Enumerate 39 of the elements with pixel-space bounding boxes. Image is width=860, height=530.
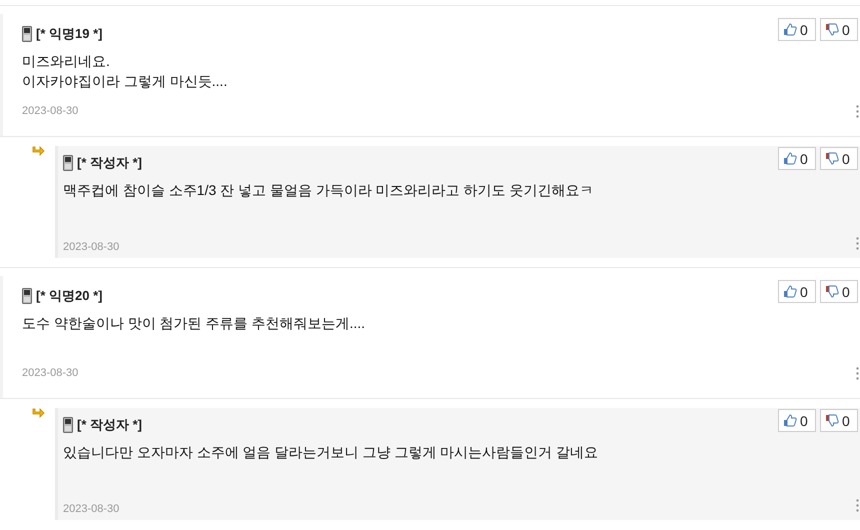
thumbs-up-icon <box>783 23 797 36</box>
reply-arrow-icon <box>32 408 45 419</box>
comment-text: 맥주컵에 참이슬 소주1/3 잔 넣고 물얼음 가득이라 미즈와리라고 하기도 웃기긴해요ㅋ <box>63 181 594 200</box>
thumbs-up-icon <box>783 414 797 427</box>
comment-text: 있습니다만 오자마자 소주에 얼음 달라는거보니 그냥 그렇게 마시는사람들인거 갈네요 <box>63 443 600 462</box>
thumbs-down-icon <box>825 152 839 165</box>
more-options-icon[interactable] <box>856 105 859 118</box>
phone-icon <box>22 26 32 42</box>
phone-icon <box>63 417 73 433</box>
comment-date: 2023-08-30 <box>63 503 120 515</box>
comment-text: 미즈와리네요. <box>22 52 111 71</box>
comment-text: 도수 약한술이나 맛이 첨가된 주류를 추천해줘보는게.... <box>22 314 366 333</box>
author-name: [* 작성자 *] <box>77 154 142 172</box>
comment-text: 이자카야집이라 그렇게 마신듯.... <box>22 72 228 91</box>
comment-date: 2023-08-30 <box>22 367 78 379</box>
like-button[interactable]: 0 <box>778 280 816 303</box>
dislike-button[interactable]: 0 <box>820 409 858 432</box>
thumbs-down-icon <box>825 414 839 427</box>
like-button[interactable]: 0 <box>778 147 816 170</box>
dislike-button[interactable]: 0 <box>820 280 858 303</box>
more-options-icon[interactable] <box>856 499 859 512</box>
phone-icon <box>22 288 32 304</box>
like-button[interactable]: 0 <box>778 18 816 41</box>
thumbs-up-icon <box>783 152 797 165</box>
author-name: [* 익명19 *] <box>36 25 102 43</box>
like-button[interactable]: 0 <box>778 409 816 432</box>
more-options-icon[interactable] <box>856 237 859 250</box>
thumbs-down-icon <box>825 23 839 36</box>
comment-date: 2023-08-30 <box>22 105 78 117</box>
thumbs-down-icon <box>825 285 839 298</box>
dislike-button[interactable]: 0 <box>820 147 858 170</box>
author-name: [* 작성자 *] <box>77 416 142 434</box>
dislike-button[interactable]: 0 <box>820 18 858 41</box>
thumbs-up-icon <box>783 285 797 298</box>
reply-arrow-icon <box>32 146 45 157</box>
author-name: [* 익명20 *] <box>36 287 102 305</box>
comment-date: 2023-08-30 <box>63 241 120 253</box>
phone-icon <box>63 155 73 171</box>
more-options-icon[interactable] <box>856 367 859 380</box>
